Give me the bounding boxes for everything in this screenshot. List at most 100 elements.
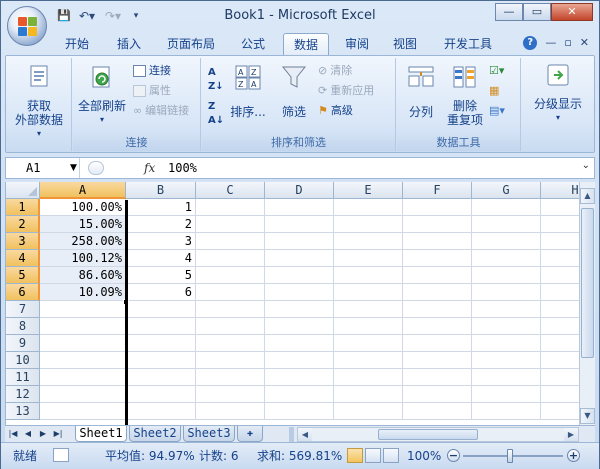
cell-a10[interactable] — [40, 352, 126, 369]
cell-d1[interactable] — [265, 199, 334, 216]
cell-h6[interactable] — [541, 284, 579, 301]
sheet-tab-sheet2[interactable]: Sheet2 — [129, 426, 181, 442]
formula-input[interactable]: 100% — [168, 158, 197, 178]
ribbon-restore-button[interactable]: ▫ — [564, 36, 571, 50]
cell-e3[interactable] — [334, 233, 403, 250]
cell-f3[interactable] — [403, 233, 472, 250]
cell-g4[interactable] — [472, 250, 541, 267]
cell-c11[interactable] — [196, 369, 265, 386]
cell-b5[interactable]: 5 — [126, 267, 196, 284]
column-header-e[interactable]: E — [334, 182, 403, 199]
tab-review[interactable]: 审阅 — [337, 33, 377, 55]
office-button[interactable] — [7, 6, 47, 46]
ribbon-close-button[interactable]: ✕ — [580, 36, 589, 50]
cell-h13[interactable] — [541, 403, 579, 420]
tab-data[interactable]: 数据 — [283, 33, 329, 55]
row-header[interactable]: 10 — [6, 352, 40, 369]
advanced-button[interactable]: ⚑ 高级 — [318, 104, 353, 118]
cell-c2[interactable] — [196, 216, 265, 233]
cell-a4[interactable]: 100.12% — [40, 250, 126, 267]
data-validation-button[interactable]: ☑▾ — [489, 64, 504, 78]
prev-sheet-icon[interactable]: ◀ — [22, 427, 34, 441]
first-sheet-icon[interactable]: |◀ — [7, 427, 19, 441]
cell-f7[interactable] — [403, 301, 472, 318]
name-box[interactable]: A1 — [6, 158, 80, 178]
zoom-level[interactable]: 100% — [407, 449, 441, 463]
cell-d4[interactable] — [265, 250, 334, 267]
scroll-right-icon[interactable]: ▶ — [564, 428, 578, 441]
zoom-slider-track[interactable] — [463, 455, 563, 457]
cell-e13[interactable] — [334, 403, 403, 420]
cell-h5[interactable] — [541, 267, 579, 284]
tab-formulas[interactable]: 公式 — [233, 33, 273, 55]
cell-e9[interactable] — [334, 335, 403, 352]
cell-c5[interactable] — [196, 267, 265, 284]
expand-formula-bar-icon[interactable]: ⌄ — [582, 160, 590, 171]
cell-a6[interactable]: 10.09% — [40, 284, 126, 301]
cell-d10[interactable] — [265, 352, 334, 369]
cell-c3[interactable] — [196, 233, 265, 250]
cell-a8[interactable] — [40, 318, 126, 335]
page-layout-view-icon[interactable] — [365, 448, 381, 463]
name-box-dropdown-icon[interactable]: ▼ — [70, 158, 77, 178]
cell-f4[interactable] — [403, 250, 472, 267]
cell-e6[interactable] — [334, 284, 403, 301]
cell-f11[interactable] — [403, 369, 472, 386]
cell-h12[interactable] — [541, 386, 579, 403]
cell-h9[interactable] — [541, 335, 579, 352]
cell-b12[interactable] — [126, 386, 196, 403]
maximize-button[interactable]: ▭ — [523, 3, 551, 21]
close-button[interactable]: ✕ — [551, 3, 593, 21]
cell-d9[interactable] — [265, 335, 334, 352]
horizontal-scrollbar[interactable]: ◀ ▶ — [297, 427, 579, 442]
cell-d2[interactable] — [265, 216, 334, 233]
cell-h3[interactable] — [541, 233, 579, 250]
cell-e5[interactable] — [334, 267, 403, 284]
edit-links-button[interactable]: ∞ 编辑链接 — [133, 104, 189, 118]
cell-h11[interactable] — [541, 369, 579, 386]
cell-e11[interactable] — [334, 369, 403, 386]
cell-g8[interactable] — [472, 318, 541, 335]
cell-a1[interactable]: 100.00% — [40, 199, 126, 216]
get-external-data-button[interactable]: 获取 外部数据 ▾ — [10, 62, 68, 141]
cell-f8[interactable] — [403, 318, 472, 335]
cell-f2[interactable] — [403, 216, 472, 233]
cell-c6[interactable] — [196, 284, 265, 301]
row-header[interactable]: 8 — [6, 318, 40, 335]
clear-button[interactable]: ⊘ 清除 — [318, 64, 352, 78]
cell-h1[interactable] — [541, 199, 579, 216]
cell-a13[interactable] — [40, 403, 126, 420]
cell-d6[interactable] — [265, 284, 334, 301]
consolidate-button[interactable]: ▦ — [489, 84, 499, 98]
cell-e1[interactable] — [334, 199, 403, 216]
insert-sheet-icon[interactable]: ✚ — [237, 426, 263, 442]
cell-h2[interactable] — [541, 216, 579, 233]
cell-b13[interactable] — [126, 403, 196, 420]
ribbon-minimize-button[interactable]: — — [545, 36, 556, 50]
scroll-up-icon[interactable]: ▲ — [580, 188, 595, 204]
cell-f10[interactable] — [403, 352, 472, 369]
cell-b8[interactable] — [126, 318, 196, 335]
cell-e12[interactable] — [334, 386, 403, 403]
horizontal-scroll-thumb[interactable] — [378, 429, 478, 440]
tab-insert[interactable]: 插入 — [109, 33, 149, 55]
tab-home[interactable]: 开始 — [57, 33, 97, 55]
zoom-out-icon[interactable]: − — [447, 449, 460, 462]
cell-c9[interactable] — [196, 335, 265, 352]
cell-d7[interactable] — [265, 301, 334, 318]
column-header-c[interactable]: C — [196, 182, 265, 199]
cell-e2[interactable] — [334, 216, 403, 233]
cell-c8[interactable] — [196, 318, 265, 335]
column-header-f[interactable]: F — [403, 182, 472, 199]
cell-d8[interactable] — [265, 318, 334, 335]
cell-g10[interactable] — [472, 352, 541, 369]
cell-c10[interactable] — [196, 352, 265, 369]
cell-a7[interactable] — [40, 301, 126, 318]
sort-za-button[interactable]: Z A↓ — [208, 100, 224, 128]
what-if-analysis-button[interactable]: ▤▾ — [489, 104, 505, 118]
cell-f1[interactable] — [403, 199, 472, 216]
cell-e8[interactable] — [334, 318, 403, 335]
cell-b2[interactable]: 2 — [126, 216, 196, 233]
row-header[interactable]: 7 — [6, 301, 40, 318]
outline-button[interactable]: 分级显示 ▾ — [528, 62, 588, 125]
